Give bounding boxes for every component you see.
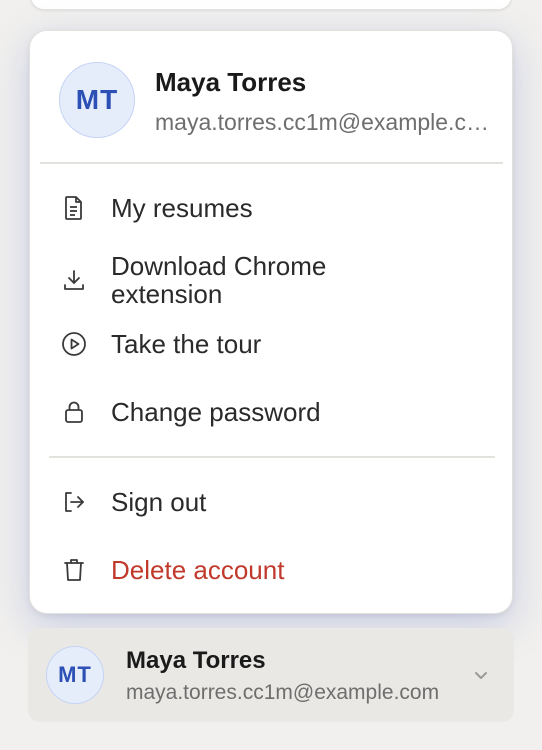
play-circle-icon bbox=[61, 331, 87, 357]
menu-item-label: Delete account bbox=[111, 555, 285, 585]
menu-item-download-extension[interactable]: Download Chrome extension bbox=[30, 249, 512, 311]
menu-item-change-password[interactable]: Change password bbox=[30, 385, 512, 439]
divider bbox=[49, 456, 495, 458]
chevron-down-icon bbox=[471, 665, 491, 685]
profile-email: maya.torres.cc1m@example.com bbox=[155, 109, 490, 135]
menu-item-label: Change password bbox=[111, 397, 321, 427]
download-icon bbox=[61, 267, 87, 293]
menu-item-label: Take the tour bbox=[111, 329, 262, 359]
menu-item-my-resumes[interactable]: My resumes bbox=[30, 181, 512, 235]
menu-item-label: My resumes bbox=[111, 193, 253, 223]
menu-item-take-tour[interactable]: Take the tour bbox=[30, 317, 512, 371]
menu-item-label: Sign out bbox=[111, 487, 207, 517]
menu-item-sign-out[interactable]: Sign out bbox=[30, 475, 512, 529]
profile-name: Maya Torres bbox=[155, 67, 307, 97]
avatar: MT bbox=[46, 646, 104, 704]
menu-item-label: Download Chrome extension bbox=[111, 251, 327, 309]
document-icon bbox=[61, 195, 87, 221]
sign-out-icon bbox=[61, 489, 87, 515]
trash-icon bbox=[61, 557, 87, 583]
divider bbox=[40, 162, 503, 164]
avatar: MT bbox=[59, 62, 135, 138]
previous-panel-edge bbox=[30, 0, 512, 10]
profile-header: MT Maya Torres maya.torres.cc1m@example.… bbox=[30, 31, 512, 163]
menu-item-delete-account[interactable]: Delete account bbox=[30, 543, 512, 597]
account-switcher[interactable]: MT Maya Torres maya.torres.cc1m@example.… bbox=[28, 628, 514, 722]
account-menu-popup: MT Maya Torres maya.torres.cc1m@example.… bbox=[29, 30, 513, 614]
account-email: maya.torres.cc1m@example.com bbox=[126, 681, 440, 704]
account-name: Maya Torres bbox=[126, 647, 266, 674]
lock-icon bbox=[61, 399, 87, 425]
